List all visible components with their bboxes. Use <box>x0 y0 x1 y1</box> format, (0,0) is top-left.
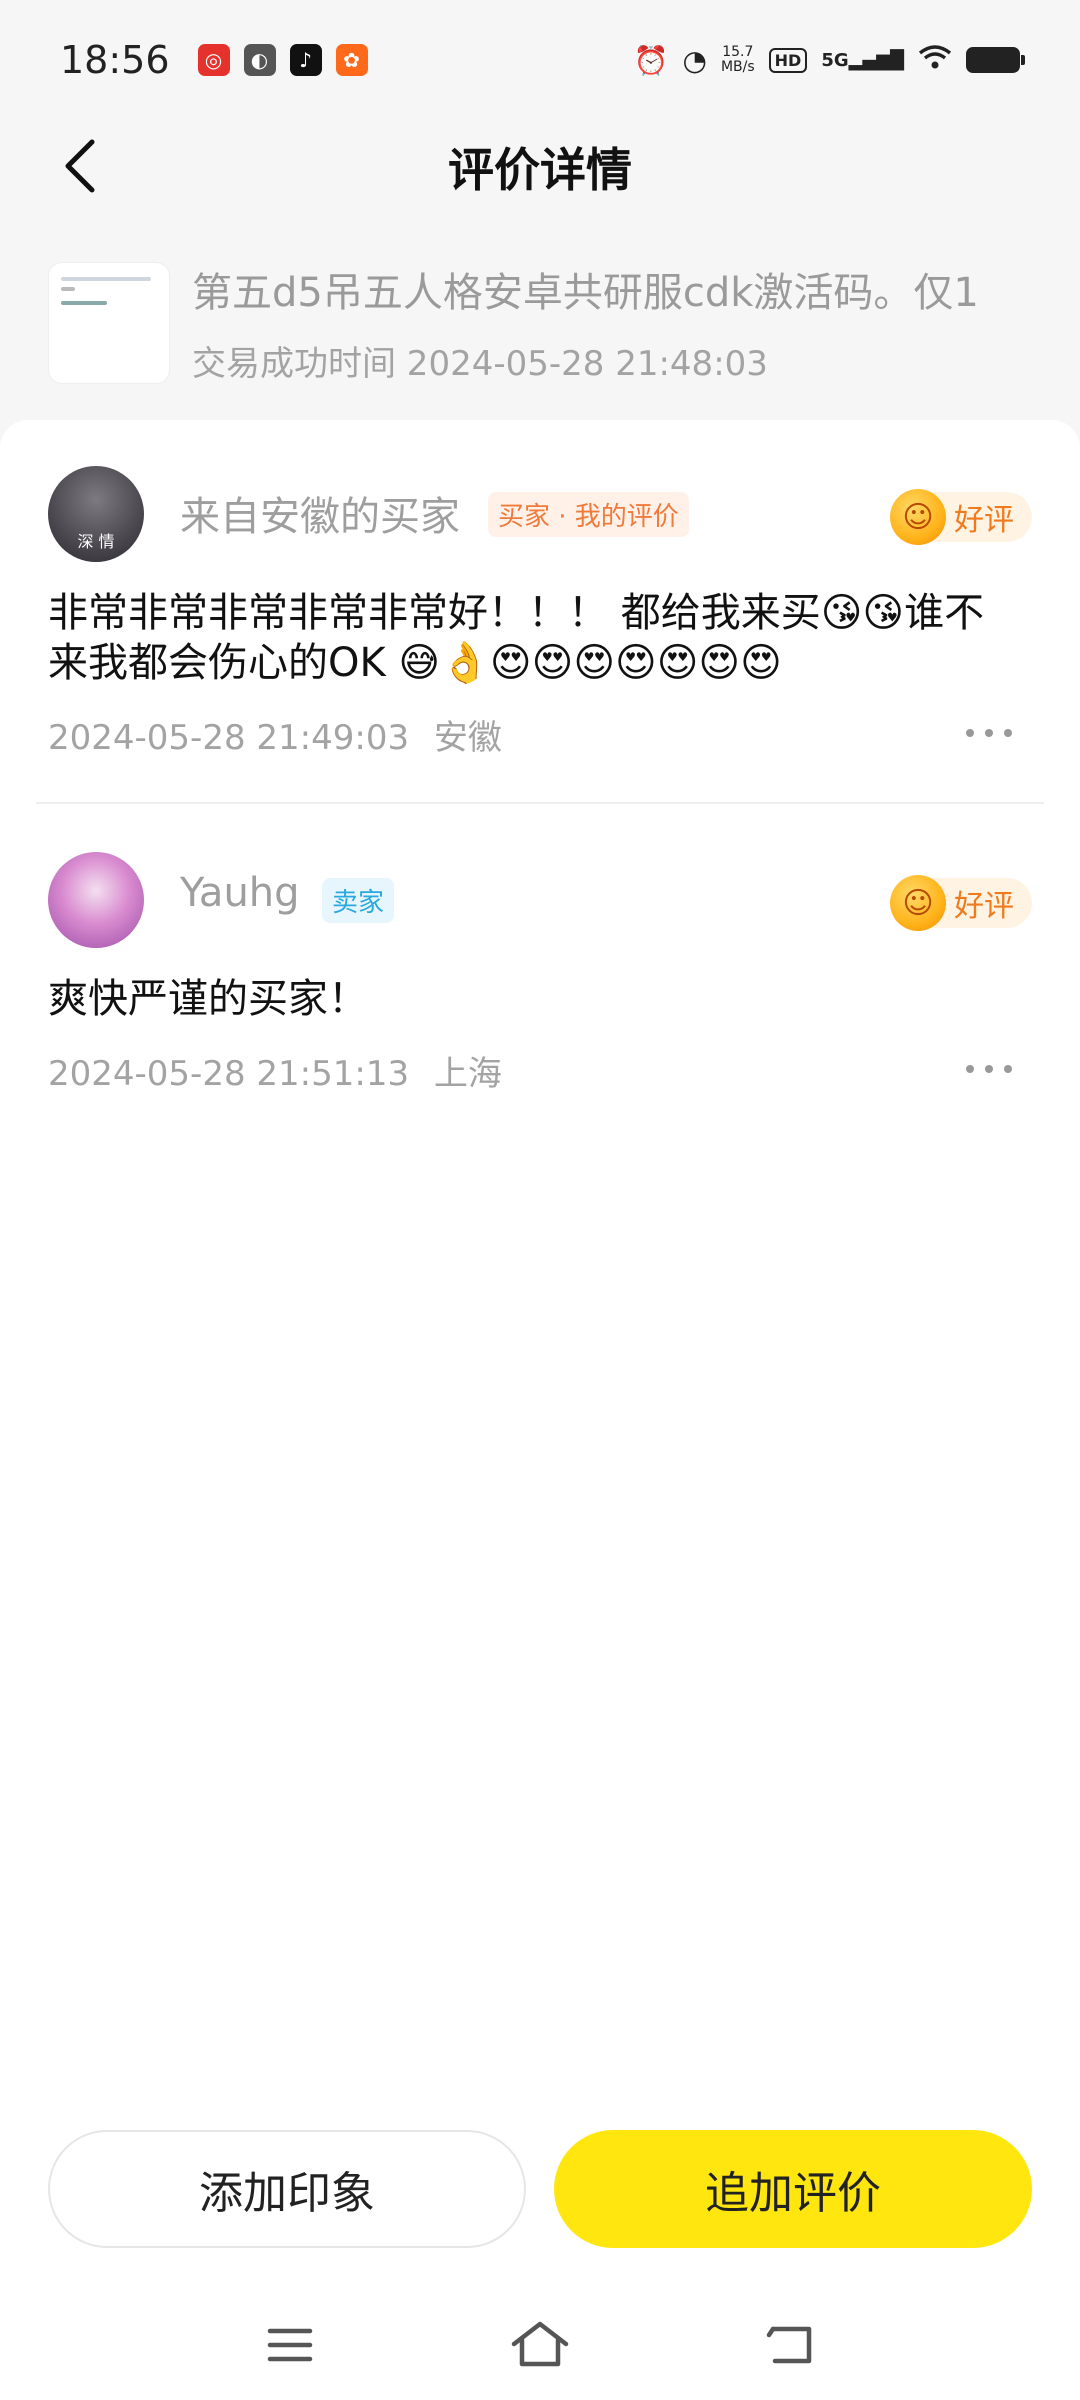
trade-time: 交易成功时间 2024-05-28 21:48:03 <box>192 344 768 384</box>
review-location: 上海 <box>433 1054 502 1094</box>
product-title[interactable]: 第五d5吊五人格安卓共研服cdk激活码。仅1 <box>192 260 1052 318</box>
product-thumbnail[interactable] <box>48 262 170 384</box>
status-bar: 18:56 ◎ ◐ ♪ ✿ ⏰ ◔ 15.7 MB/s HD 5G▂▄▆█ <box>0 0 1080 120</box>
review-meta: 2024-05-28 21:51:13 上海 <box>48 1046 502 1095</box>
system-navigation <box>0 2290 1080 2400</box>
rating-label: 好评 <box>954 889 1014 924</box>
review-meta: 2024-05-28 21:49:03 安徽 <box>48 710 502 759</box>
rating-badge: ☺ 好评 <box>890 489 1032 545</box>
smile-face-icon: ☺ <box>890 875 946 931</box>
signal-icon: 5G▂▄▆█ <box>821 49 904 71</box>
review-time: 2024-05-28 21:49:03 <box>48 718 410 758</box>
tiktok-icon: ♪ <box>289 44 322 76</box>
alarm-icon: ⏰ <box>633 43 669 77</box>
add-impression-button[interactable]: 添加印象 <box>48 2130 526 2248</box>
back-arrow-icon <box>766 2326 812 2364</box>
speed-unit: MB/s <box>720 59 755 75</box>
rating-badge: ☺ 好评 <box>890 875 1032 931</box>
battery-icon <box>966 47 1025 73</box>
home-button[interactable] <box>510 2315 570 2375</box>
dot-icon <box>985 729 993 737</box>
review-location: 安徽 <box>433 718 502 758</box>
dot-icon <box>966 729 974 737</box>
menu-icon <box>267 2328 313 2362</box>
more-options-button[interactable] <box>966 726 1012 740</box>
thumbnail-line <box>61 301 107 305</box>
netease-music-icon: ◎ <box>197 44 230 76</box>
nav-bar: 评价详情 <box>0 120 1080 212</box>
home-icon <box>511 2321 569 2367</box>
reviewer-name: 来自安徽的买家 <box>180 494 460 540</box>
wifi-icon <box>918 44 952 77</box>
network-speed: 15.7 MB/s <box>721 45 755 75</box>
hd-badge: HD <box>768 47 808 73</box>
review-content: 爽快严谨的买家！ <box>48 976 368 1022</box>
avatar[interactable] <box>48 852 144 948</box>
reviews-card: 深 情 来自安徽的买家 买家 · 我的评价 ☺ 好评 非常非常非常非常非常好！！… <box>0 420 1080 2400</box>
browser-icon: ◐ <box>243 44 276 76</box>
menu-button[interactable] <box>260 2315 320 2375</box>
seller-tag: 卖家 <box>322 878 395 923</box>
review-time: 2024-05-28 21:51:13 <box>48 1054 410 1094</box>
speed-value: 15.7 <box>722 44 754 60</box>
divider <box>36 802 1044 804</box>
review-content: 非常非常非常非常非常好！！！ 都给我来买😘😘谁不来我都会伤心的OK 😅👌😍😍😍😍… <box>48 590 985 686</box>
taobao-icon: ✿ <box>335 44 368 76</box>
clock: 18:56 <box>60 38 170 82</box>
avatar-label: 深 情 <box>77 532 115 551</box>
status-left: 18:56 ◎ ◐ ♪ ✿ <box>60 38 368 82</box>
more-options-button[interactable] <box>966 1062 1012 1076</box>
reviewer-name: Yauhg <box>180 870 300 916</box>
dot-icon <box>966 1065 974 1073</box>
network-type: 5G <box>821 49 849 71</box>
dot-icon <box>1004 1065 1012 1073</box>
dot-icon <box>985 1065 993 1073</box>
bottom-actions: 添加印象 追加评价 <box>0 2130 1080 2250</box>
back-nav-button[interactable] <box>760 2315 820 2375</box>
avatar[interactable]: 深 情 <box>48 466 144 562</box>
dot-icon <box>1004 729 1012 737</box>
status-right: ⏰ ◔ 15.7 MB/s HD 5G▂▄▆█ <box>633 43 1025 77</box>
add-review-button[interactable]: 追加评价 <box>554 2130 1032 2248</box>
smile-face-icon: ☺ <box>890 489 946 545</box>
thumbnail-line <box>61 287 75 291</box>
page-title: 评价详情 <box>448 143 632 197</box>
product-summary[interactable]: 第五d5吊五人格安卓共研服cdk激活码。仅1 交易成功时间 2024-05-28… <box>0 240 1080 410</box>
thumbnail-line <box>61 277 151 281</box>
buyer-tag: 买家 · 我的评价 <box>488 492 689 537</box>
speedometer-icon: ◔ <box>682 43 707 77</box>
rating-label: 好评 <box>954 503 1014 538</box>
